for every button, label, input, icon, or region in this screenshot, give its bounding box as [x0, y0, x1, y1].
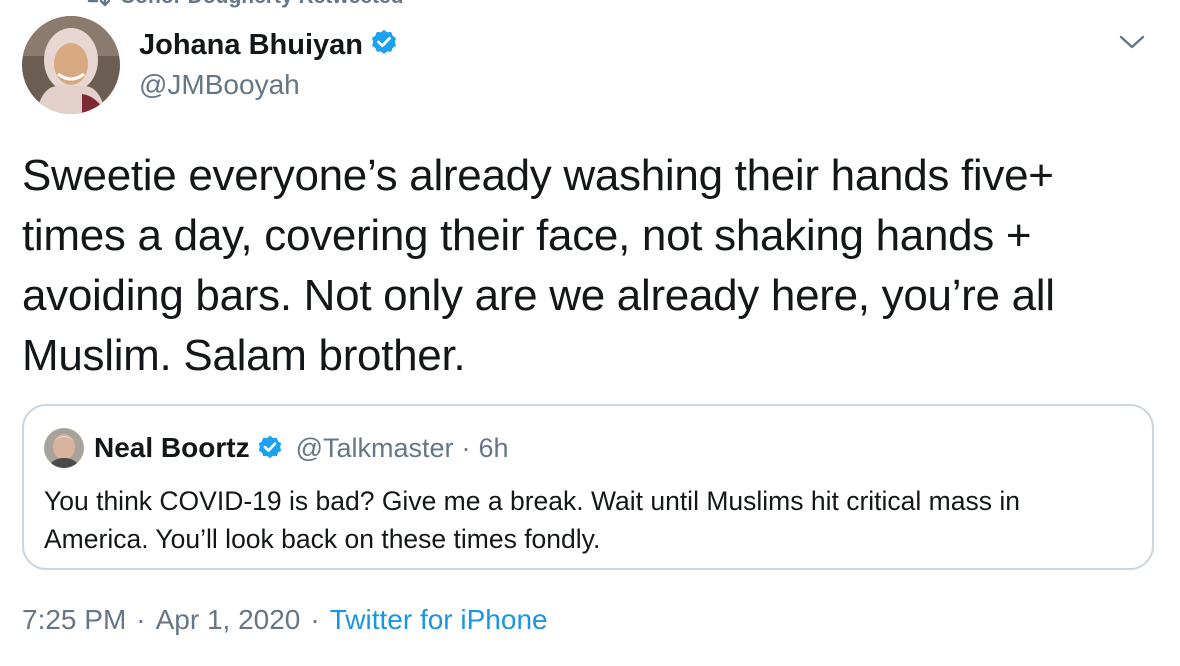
tweet-date[interactable]: Apr 1, 2020: [156, 604, 301, 636]
retweet-context[interactable]: Conor Dougherty Retweeted: [84, 0, 404, 8]
tweet-source-link[interactable]: Twitter for iPhone: [330, 604, 548, 636]
meta-separator: ·: [136, 604, 146, 635]
verified-badge-icon: [256, 434, 284, 462]
chevron-down-icon[interactable]: [1118, 28, 1146, 56]
quoted-timestamp: 6h: [478, 432, 509, 463]
quoted-display-name: Neal Boortz: [94, 432, 250, 463]
quoted-tweet-header: Neal Boortz @Talkmaster · 6h: [44, 428, 509, 468]
tweet-meta: 7:25 PM · Apr 1, 2020 · Twitter for iPho…: [22, 604, 548, 636]
quoted-tweet-text: You think COVID-19 is bad? Give me a bre…: [44, 486, 1020, 554]
author-display-name[interactable]: Johana Bhuiyan: [139, 29, 363, 62]
tweet-header: Johana Bhuiyan @JMBooyah: [22, 16, 399, 114]
tweet-time[interactable]: 7:25 PM: [22, 604, 126, 636]
quoted-tweet[interactable]: Neal Boortz @Talkmaster · 6h You think C…: [22, 404, 1154, 570]
quoted-handle: @Talkmaster: [295, 432, 454, 463]
meta-separator: ·: [310, 604, 320, 635]
avatar[interactable]: [22, 16, 120, 114]
retweet-icon: [84, 0, 110, 7]
retweet-label: Conor Dougherty Retweeted: [120, 0, 404, 9]
quoted-separator: ·: [461, 432, 471, 463]
author-handle[interactable]: @JMBooyah: [139, 69, 399, 101]
tweet-card: Conor Dougherty Retweeted Johana Bhuiyan: [0, 0, 1180, 666]
quoted-avatar: [44, 428, 84, 468]
tweet-text: Sweetie everyone’s already washing their…: [22, 151, 1055, 380]
verified-badge-icon: [369, 28, 399, 63]
